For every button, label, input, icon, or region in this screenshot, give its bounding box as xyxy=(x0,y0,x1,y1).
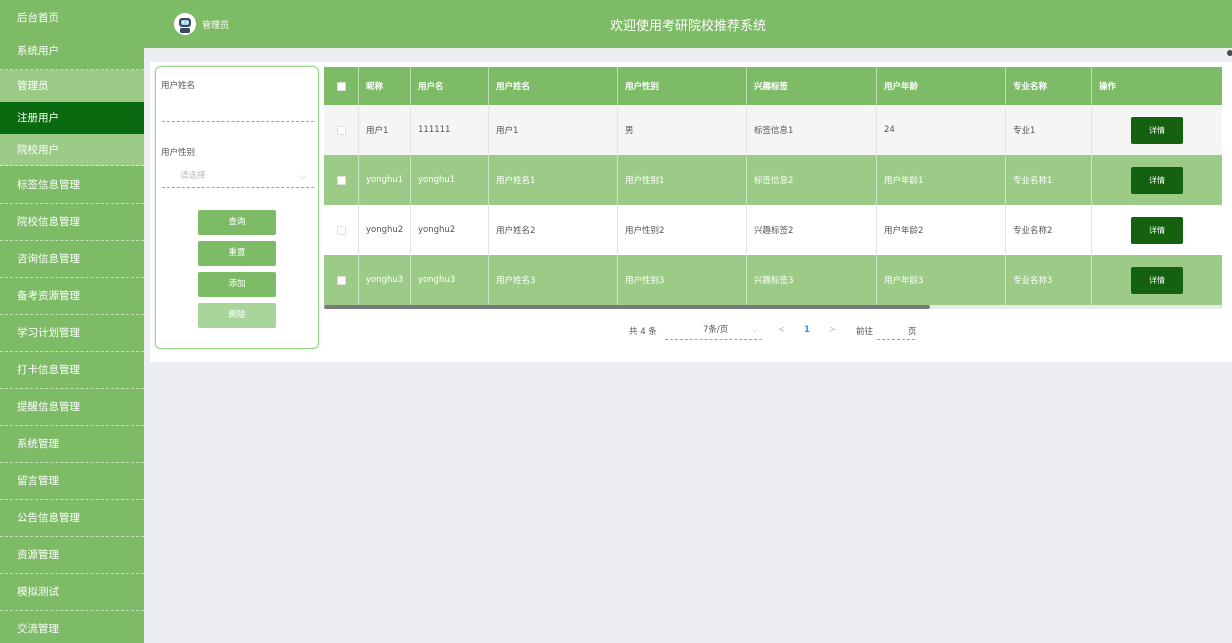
chevron-down-icon: ⌵ xyxy=(751,325,758,335)
menu-home[interactable]: 后台首页 xyxy=(0,0,144,37)
cell-username: yonghu3 xyxy=(411,255,489,305)
cell-username: yonghu1 xyxy=(411,155,489,205)
cell-nickname: 用户1 xyxy=(359,105,411,155)
page-unit-label: 页 xyxy=(908,327,917,337)
col-major[interactable]: 专业名称 xyxy=(1006,67,1092,105)
page-title: 欢迎使用考研院校推荐系统 xyxy=(609,19,766,34)
name-filter-input[interactable] xyxy=(162,121,314,122)
menu-resource-prep[interactable]: 备考资源管理 xyxy=(0,278,144,315)
chevron-down-icon: ⌵ xyxy=(299,172,306,182)
menu-consult-management[interactable]: 咨询信息管理 xyxy=(0,241,144,278)
col-gender[interactable]: 用户性别 xyxy=(618,67,747,105)
menu-checkin[interactable]: 打卡信息管理 xyxy=(0,352,144,389)
page-size-select[interactable]: 7条/页 ⌵ xyxy=(665,320,762,340)
menu-resources[interactable]: 资源管理 xyxy=(0,537,144,574)
cell-name: 用户1 xyxy=(489,105,618,155)
menu-tag-management[interactable]: 标签信息管理 xyxy=(0,167,144,204)
menu-exchange[interactable]: 交流管理 xyxy=(0,611,144,643)
cell-major: 专业名称1 xyxy=(1006,155,1092,205)
detail-button[interactable]: 详情 xyxy=(1131,117,1183,144)
cell-tag: 兴趣标签3 xyxy=(747,255,877,305)
table-row: yonghu3 yonghu3 用户姓名3 用户性别3 兴趣标签3 用户年龄3 … xyxy=(324,255,1222,305)
next-page-button[interactable]: > xyxy=(829,325,836,335)
cell-gender: 用户性别1 xyxy=(618,155,747,205)
row-checkbox[interactable] xyxy=(336,275,346,285)
gender-filter-select[interactable]: 请选择 ⌵ xyxy=(162,168,314,188)
menu-messages[interactable]: 留言管理 xyxy=(0,463,144,500)
cell-nickname: yonghu1 xyxy=(359,155,411,205)
query-button[interactable]: 查询 xyxy=(198,210,276,235)
scroll-indicator xyxy=(1227,50,1232,56)
top-header: 管理员 欢迎使用考研院校推荐系统 xyxy=(144,0,1232,48)
reset-button[interactable]: 重置 xyxy=(198,241,276,266)
col-username[interactable]: 用户名 xyxy=(411,67,489,105)
gender-placeholder: 请选择 xyxy=(180,171,206,181)
detail-button[interactable]: 详情 xyxy=(1131,267,1183,294)
cell-nickname: yonghu3 xyxy=(359,255,411,305)
filter-panel: 用户姓名 用户性别 请选择 ⌵ 查询 重置 添加 删除 xyxy=(155,66,319,349)
col-name[interactable]: 用户姓名 xyxy=(489,67,618,105)
cell-gender: 用户性别3 xyxy=(618,255,747,305)
horizontal-scrollbar[interactable] xyxy=(324,305,930,309)
row-checkbox[interactable] xyxy=(336,175,346,185)
delete-button[interactable]: 删除 xyxy=(198,303,276,328)
row-checkbox[interactable] xyxy=(336,125,346,135)
cell-tag: 标签信息2 xyxy=(747,155,877,205)
cell-username: yonghu2 xyxy=(411,205,489,255)
prev-page-button[interactable]: < xyxy=(778,325,785,335)
cell-name: 用户姓名1 xyxy=(489,155,618,205)
table-row: yonghu1 yonghu1 用户姓名1 用户性别1 标签信息2 用户年龄1 … xyxy=(324,155,1222,205)
cell-tag: 标签信息1 xyxy=(747,105,877,155)
cell-gender: 男 xyxy=(618,105,747,155)
cell-major: 专业名称3 xyxy=(1006,255,1092,305)
row-select-cell xyxy=(324,255,359,305)
col-nickname[interactable]: 昵称 xyxy=(359,67,411,105)
name-filter-label: 用户姓名 xyxy=(161,81,196,91)
cell-name: 用户姓名3 xyxy=(489,255,618,305)
sidebar: 后台首页 系统用户 管理员 注册用户 院校用户 标签信息管理 院校信息管理 咨询… xyxy=(0,0,144,643)
menu-school-users[interactable]: 院校用户 xyxy=(0,134,144,166)
cell-username: 111111 xyxy=(411,105,489,155)
detail-button[interactable]: 详情 xyxy=(1131,217,1183,244)
menu-mock-test[interactable]: 模拟测试 xyxy=(0,574,144,611)
row-select-cell xyxy=(324,105,359,155)
row-select-cell xyxy=(324,155,359,205)
detail-button[interactable]: 详情 xyxy=(1131,167,1183,194)
cell-tag: 兴趣标签2 xyxy=(747,205,877,255)
select-all-cell xyxy=(324,67,359,105)
menu-announcements[interactable]: 公告信息管理 xyxy=(0,500,144,537)
table-row: 用户1 111111 用户1 男 标签信息1 24 专业1 详情 xyxy=(324,105,1222,155)
menu-study-plan[interactable]: 学习计划管理 xyxy=(0,315,144,352)
cell-gender: 用户性别2 xyxy=(618,205,747,255)
total-count: 共 4 条 xyxy=(629,327,657,337)
table-row: yonghu2 yonghu2 用户姓名2 用户性别2 兴趣标签2 用户年龄2 … xyxy=(324,205,1222,255)
select-all-checkbox[interactable] xyxy=(336,81,346,91)
row-checkbox[interactable] xyxy=(336,225,346,235)
cell-age: 24 xyxy=(877,105,1006,155)
cell-age: 用户年龄2 xyxy=(877,205,1006,255)
add-button[interactable]: 添加 xyxy=(198,272,276,297)
col-age[interactable]: 用户年龄 xyxy=(877,67,1006,105)
menu-system-users[interactable]: 系统用户 xyxy=(0,33,144,70)
cell-name: 用户姓名2 xyxy=(489,205,618,255)
menu-reminder[interactable]: 提醒信息管理 xyxy=(0,389,144,426)
gender-filter-label: 用户性别 xyxy=(161,148,196,158)
menu-admin[interactable]: 管理员 xyxy=(0,70,144,102)
cell-major: 专业名称2 xyxy=(1006,205,1092,255)
cell-major: 专业1 xyxy=(1006,105,1092,155)
menu-registered-users[interactable]: 注册用户 xyxy=(0,102,144,134)
page-size-value: 7条/页 xyxy=(703,325,729,335)
cell-nickname: yonghu2 xyxy=(359,205,411,255)
col-tag[interactable]: 兴趣标签 xyxy=(747,67,877,105)
col-action: 操作 xyxy=(1099,82,1117,92)
goto-label: 前往 xyxy=(856,327,874,337)
table-header: 昵称 用户名 用户姓名 用户性别 兴趣标签 用户年龄 专业名称 操作 xyxy=(324,67,1222,105)
menu-system-management[interactable]: 系统管理 xyxy=(0,426,144,463)
cell-age: 用户年龄3 xyxy=(877,255,1006,305)
menu-school-management[interactable]: 院校信息管理 xyxy=(0,204,144,241)
row-select-cell xyxy=(324,205,359,255)
cell-age: 用户年龄1 xyxy=(877,155,1006,205)
current-page[interactable]: 1 xyxy=(804,325,810,335)
